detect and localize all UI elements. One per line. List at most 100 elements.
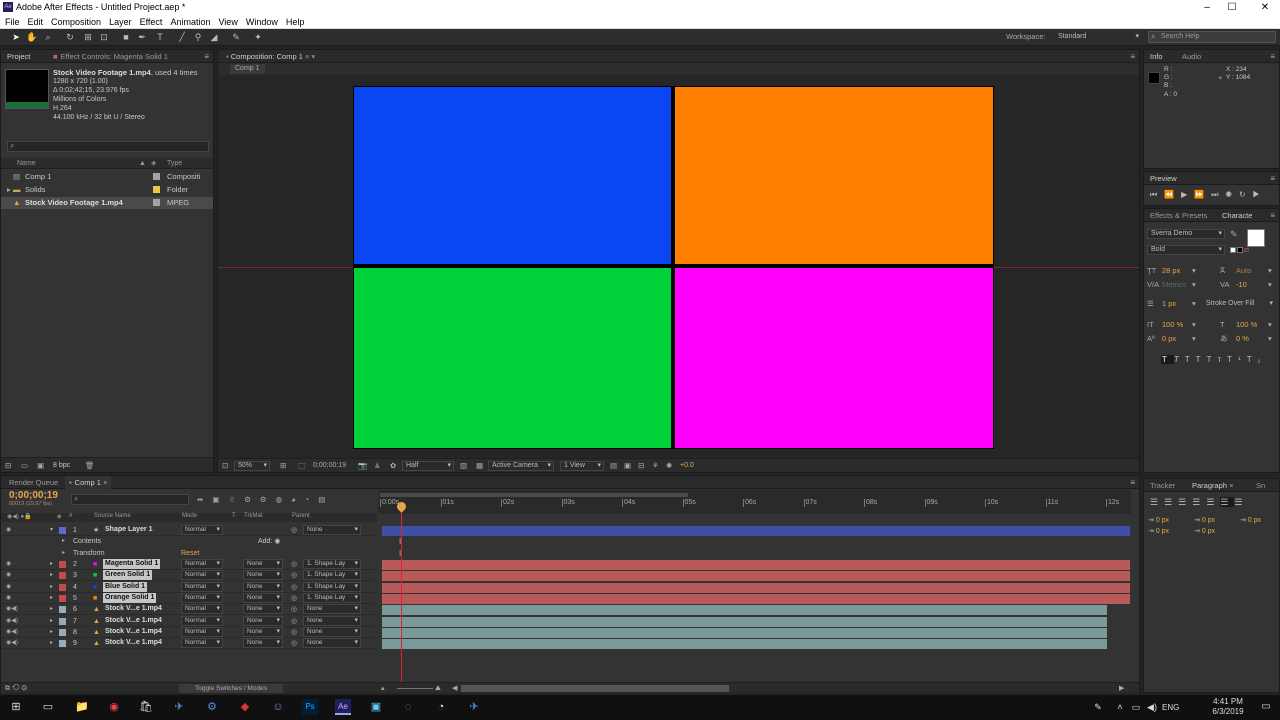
no-fill-icon[interactable]: ⧄ bbox=[1244, 245, 1249, 255]
grid-guides-icon[interactable]: ⊞ bbox=[280, 460, 286, 471]
font-size-value[interactable]: 28 px bbox=[1162, 265, 1180, 276]
windows-start-icon[interactable]: ⊞ bbox=[8, 699, 24, 715]
type-tool-icon[interactable]: T bbox=[154, 31, 166, 43]
notifications-icon[interactable]: ▭ bbox=[1258, 699, 1274, 715]
layer-row[interactable]: ◉◀) ▸ 7 ▲Stock V...e 1.mp4 Normal None ◎ None bbox=[1, 615, 377, 627]
tracking-value[interactable]: -10 bbox=[1236, 279, 1247, 290]
media-app-icon[interactable]: ◆ bbox=[237, 699, 253, 715]
work-area-bar[interactable] bbox=[380, 493, 688, 497]
ram-preview-icon[interactable]: ▶ bbox=[1253, 190, 1267, 199]
store-icon[interactable]: 🛍 bbox=[138, 699, 154, 715]
visibility-icon[interactable]: ◉ bbox=[6, 582, 11, 593]
parent-pickwhip-icon[interactable]: ◎ bbox=[291, 638, 297, 649]
panel-menu-icon[interactable]: ≡ bbox=[1130, 50, 1135, 63]
panel-menu-icon[interactable]: ≡ bbox=[1270, 209, 1275, 222]
expand-group-icon[interactable]: ▸ bbox=[62, 536, 65, 547]
trkmat-dropdown[interactable]: None bbox=[243, 615, 283, 626]
fast-preview-icon[interactable]: ▣ bbox=[624, 460, 631, 471]
panel-menu-icon[interactable]: ≡ bbox=[204, 50, 209, 63]
trkmat-dropdown[interactable]: None bbox=[243, 581, 283, 592]
eraser-tool-icon[interactable]: ◢ bbox=[208, 31, 220, 43]
blend-mode-dropdown[interactable]: Normal bbox=[181, 559, 223, 569]
parent-pickwhip-icon[interactable]: ◎ bbox=[291, 525, 297, 536]
menu-file[interactable]: File bbox=[5, 15, 20, 29]
tab-composition[interactable]: ▪ Composition: Comp 1 ≡ ▾ bbox=[222, 50, 319, 63]
layer-row[interactable]: ◉◀) ▸ 6 ▲Stock V...e 1.mp4 Normal None ◎ None bbox=[1, 604, 377, 616]
stroke-type-dropdown[interactable]: Stroke Over Fill bbox=[1202, 299, 1276, 309]
parent-pickwhip-icon[interactable]: ◎ bbox=[291, 593, 297, 604]
visibility-icon[interactable]: ◉ bbox=[6, 593, 11, 604]
baseline-shift-value[interactable]: 0 px bbox=[1162, 333, 1176, 344]
layer-row[interactable]: ◉ ▸ 4 ■ Blue Solid 1 Normal None ◎ 1. Shape Lay bbox=[1, 581, 377, 593]
menu-window[interactable]: Window bbox=[246, 15, 278, 29]
layer-name[interactable]: Blue Solid 1 bbox=[103, 581, 148, 592]
layer-duration-bar[interactable] bbox=[382, 639, 1107, 650]
app-window-icon[interactable]: ▣ bbox=[368, 699, 384, 715]
tsume-value[interactable]: 0 % bbox=[1236, 333, 1249, 344]
pan-behind-tool-icon[interactable]: ⊡ bbox=[98, 31, 110, 43]
steam-icon-2[interactable]: ✈ bbox=[466, 699, 482, 715]
layer-row[interactable]: ◉ ▾ 1 ★Shape Layer 1 Normal ◎ None bbox=[1, 525, 377, 536]
menu-help[interactable]: Help bbox=[286, 15, 305, 29]
column-type[interactable]: Type bbox=[167, 158, 182, 169]
exposure-value[interactable]: +0.0 bbox=[680, 460, 694, 471]
zoom-tool-icon[interactable]: ⌕ bbox=[42, 31, 54, 43]
after-effects-taskbar-icon[interactable]: Ae bbox=[335, 699, 351, 715]
tab-effect-controls[interactable]: ■ Effect Controls: Magenta Solid 1 bbox=[49, 50, 172, 63]
trkmat-dropdown[interactable]: None bbox=[243, 604, 283, 615]
camera-dropdown[interactable]: Active Camera bbox=[488, 461, 554, 471]
show-snapshot-icon[interactable]: ♟ bbox=[374, 460, 381, 471]
pen-workspace-icon[interactable]: ✎ bbox=[1090, 699, 1106, 715]
menu-composition[interactable]: Composition bbox=[51, 15, 101, 29]
layer-duration-bar[interactable] bbox=[382, 605, 1107, 616]
bpc-toggle[interactable]: 8 bpc bbox=[53, 460, 70, 471]
timeline-scrollbar[interactable] bbox=[461, 685, 729, 692]
magenta-solid-rect[interactable] bbox=[675, 268, 993, 448]
superscript-icon[interactable]: T¹ bbox=[1227, 355, 1247, 364]
tab-preview[interactable]: Preview bbox=[1146, 172, 1181, 185]
workspace-dropdown[interactable]: Standard bbox=[1054, 32, 1142, 42]
always-preview-icon[interactable]: ⊡ bbox=[222, 460, 228, 471]
view-layout-dropdown[interactable]: 1 View bbox=[560, 461, 604, 471]
expand-layer-icon[interactable]: ▸ bbox=[50, 593, 53, 604]
parent-pickwhip-icon[interactable]: ◎ bbox=[291, 582, 297, 593]
layer-duration-bar[interactable] bbox=[382, 616, 1107, 627]
add-property-button[interactable]: Add: ◉ bbox=[258, 536, 280, 547]
taskbar-date[interactable]: 6/3/2019 bbox=[1208, 707, 1248, 716]
project-item[interactable]: ▲ Stock Video Footage 1.mp4 MPEG bbox=[1, 197, 213, 209]
parent-dropdown[interactable]: 1. Shape Lay bbox=[303, 559, 361, 569]
expand-layer-icon[interactable]: ▸ bbox=[50, 627, 53, 638]
tab-paragraph[interactable]: Paragraph × bbox=[1188, 479, 1238, 492]
brush-tool-icon[interactable]: ╱ bbox=[176, 31, 188, 43]
set-black-swatch[interactable] bbox=[1237, 247, 1243, 253]
layer-label-swatch[interactable] bbox=[59, 572, 66, 580]
menu-edit[interactable]: Edit bbox=[28, 15, 44, 29]
layer-label-swatch[interactable] bbox=[59, 628, 66, 636]
sync-app-icon[interactable]: ◌ bbox=[400, 699, 416, 715]
column-t[interactable]: T bbox=[232, 513, 236, 519]
layer-label-swatch[interactable] bbox=[59, 527, 66, 534]
snapshot-icon[interactable]: 📷 bbox=[358, 460, 367, 471]
layer-row[interactable]: ◉ ▸ 2 ■ Magenta Solid 1 Normal None ◎ 1. Shape L… bbox=[1, 559, 377, 570]
panel-menu-icon[interactable]: ≡ bbox=[1130, 476, 1135, 489]
contents-group[interactable]: ▸ Contents bbox=[1, 536, 377, 547]
sort-arrow-icon[interactable]: ▲ bbox=[139, 158, 146, 169]
label-color-swatch[interactable] bbox=[153, 199, 160, 206]
layer-name[interactable]: Shape Layer 1 bbox=[103, 525, 154, 535]
zoom-in-icon[interactable]: ⛰ bbox=[435, 683, 441, 694]
task-view-icon[interactable]: ▭ bbox=[40, 699, 56, 715]
roto-brush-tool-icon[interactable]: ✎ bbox=[230, 31, 242, 43]
tab-info[interactable]: Info bbox=[1146, 50, 1167, 63]
kerning-value[interactable]: Metrics bbox=[1162, 279, 1186, 290]
expand-layer-icon[interactable]: ▸ bbox=[50, 559, 53, 570]
blend-mode-dropdown[interactable]: Normal bbox=[181, 525, 223, 535]
rectangle-tool-icon[interactable]: ■ bbox=[120, 31, 132, 43]
label-tag-icon[interactable]: ◈ bbox=[151, 158, 156, 169]
scroll-left-icon[interactable]: ◀ bbox=[452, 683, 457, 694]
parent-dropdown[interactable]: None bbox=[303, 525, 361, 535]
next-frame-icon[interactable]: ⏩ bbox=[1194, 190, 1211, 199]
layer-switches-icon[interactable]: ▤ bbox=[318, 495, 334, 504]
taskbar-time[interactable]: 4:41 PM bbox=[1208, 697, 1248, 706]
keyframe-icon[interactable]: ◔ bbox=[305, 495, 319, 504]
layer-name[interactable]: Magenta Solid 1 bbox=[103, 559, 161, 569]
